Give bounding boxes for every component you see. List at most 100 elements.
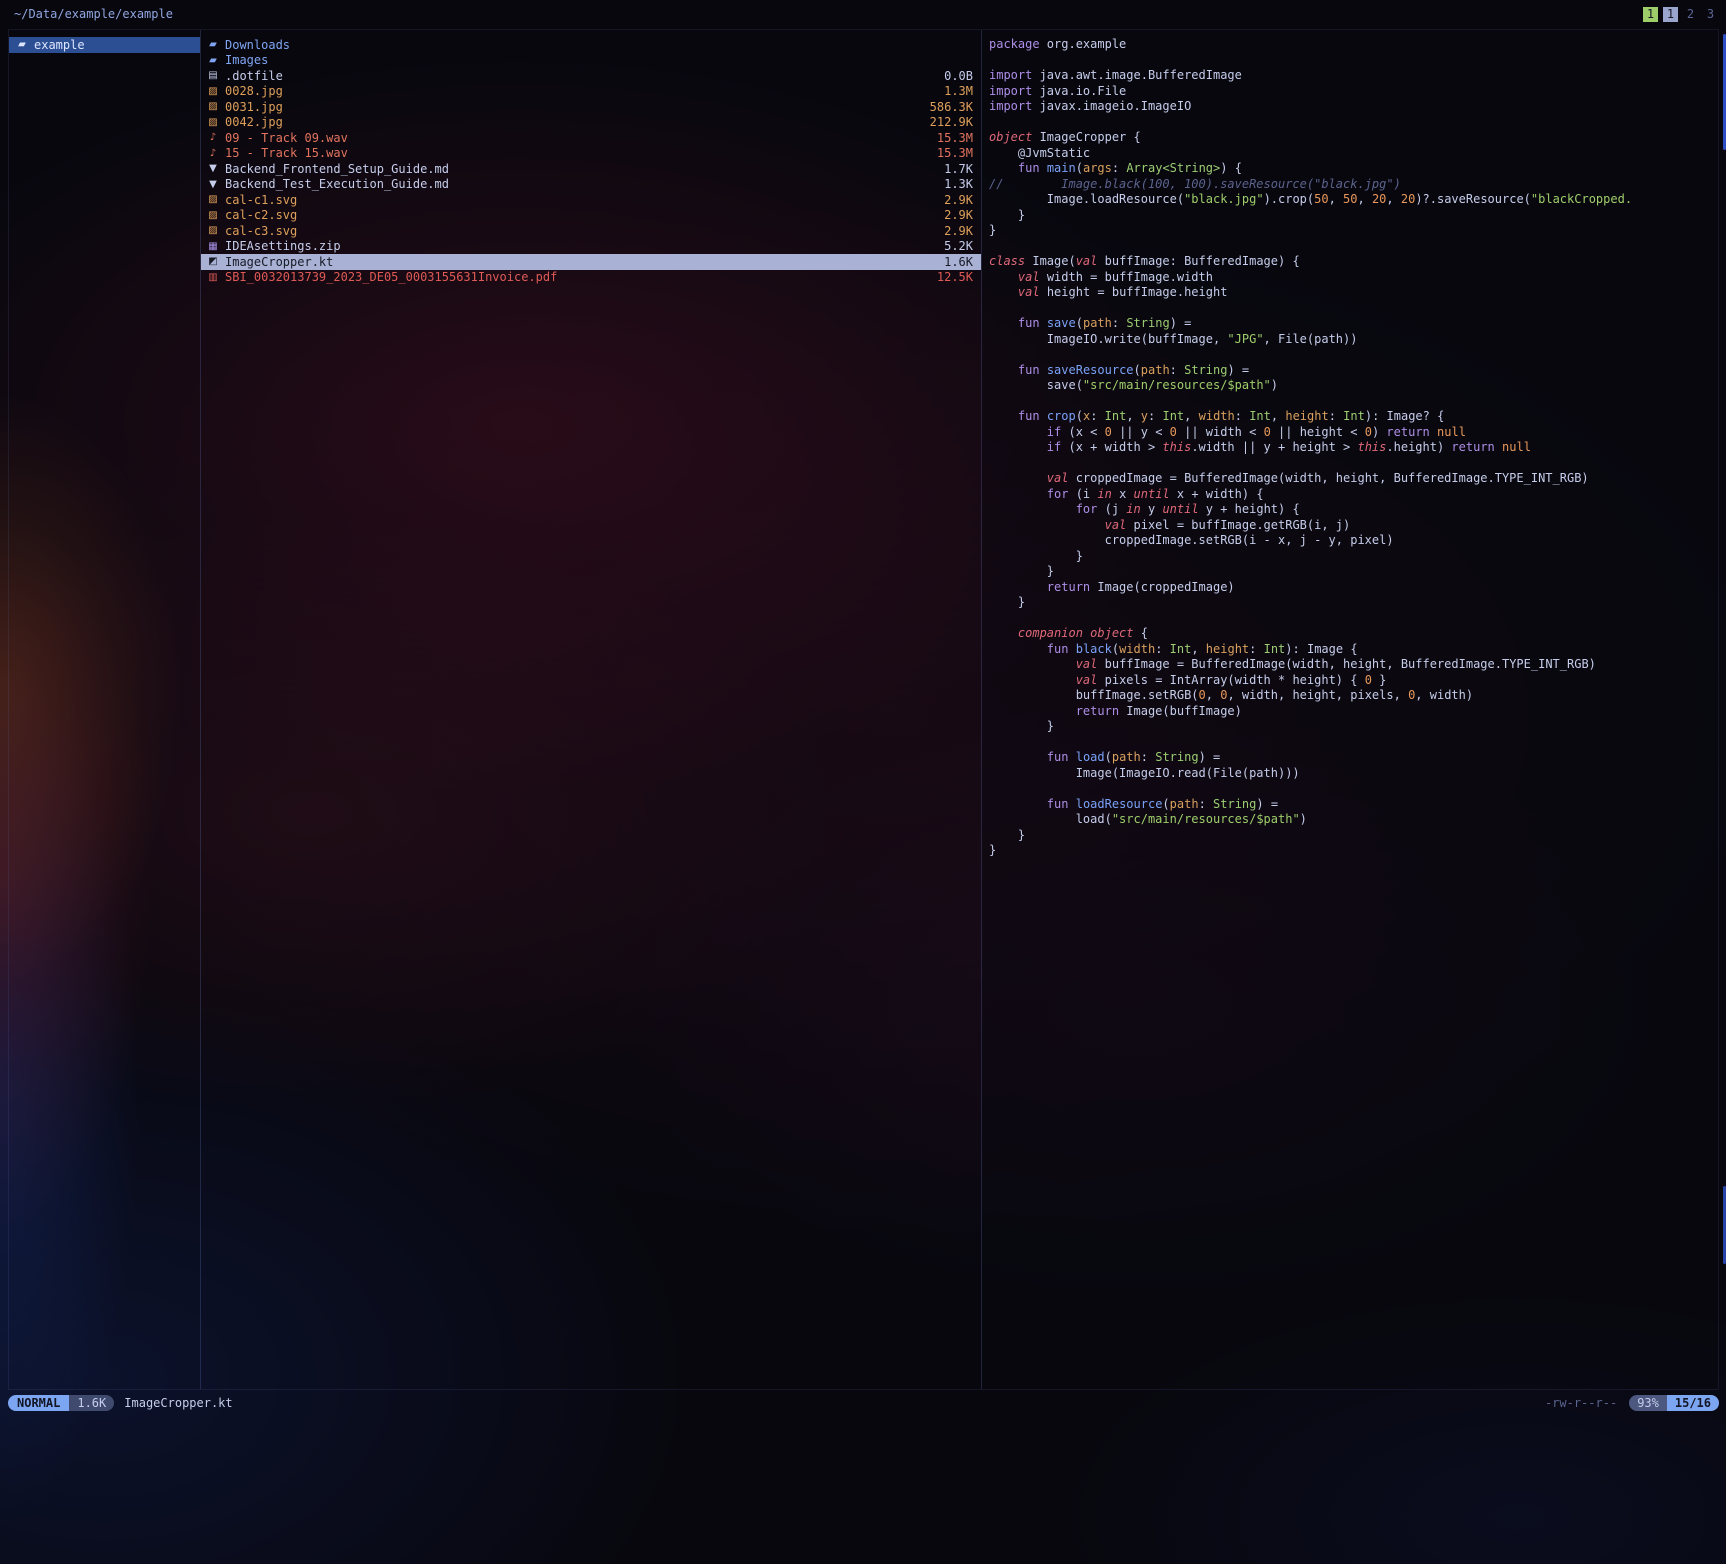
file-icon: ▤ — [206, 70, 220, 81]
code-line: buffImage.setRGB(0, 0, width, height, pi… — [989, 688, 1718, 704]
code-line: fun saveResource(path: String) = — [989, 363, 1718, 379]
file-row[interactable]: ▨ 0042.jpg 212.9K — [201, 115, 981, 131]
scroll-percent-badge: 93% — [1629, 1395, 1667, 1411]
status-filename: ImageCropper.kt — [124, 1396, 232, 1410]
tab-2[interactable]: 2 — [1683, 7, 1698, 22]
file-row[interactable]: ▨0031.jpg586.3K — [201, 99, 981, 115]
status-bar: NORMAL 1.6K ImageCropper.kt -rw-r--r-- 9… — [8, 1394, 1719, 1412]
file-size: 1.7K — [944, 162, 973, 176]
code-line: package org.example — [989, 37, 1718, 53]
file-row[interactable]: ▤ .dotfile 0.0B — [201, 68, 981, 84]
file-row[interactable]: ▼ Backend_Test_Execution_Guide.md 1.3K — [201, 177, 981, 193]
code-line: Image.loadResource("black.jpg").crop(50,… — [989, 192, 1718, 208]
file-row[interactable]: ♪09 - Track 09.wav15.3M — [201, 130, 981, 146]
file-list-pane[interactable]: ▰ Downloads▰Images▤ .dotfile 0.0B ▨ 0028.jpg 1… — [201, 30, 982, 1389]
image-icon: ▨ — [206, 86, 220, 97]
code-line — [989, 781, 1718, 797]
file-size: 1.3K — [944, 177, 973, 191]
parent-pane[interactable]: ▰example — [8, 30, 201, 1389]
file-name: Backend_Test_Execution_Guide.md — [225, 177, 936, 191]
code-line — [989, 394, 1718, 410]
parent-dir-label: example — [34, 38, 85, 52]
code-line: fun black(width: Int, height: Int): Imag… — [989, 642, 1718, 658]
code-line: } — [989, 208, 1718, 224]
code-line — [989, 115, 1718, 131]
tab-1[interactable]: 1 — [1643, 7, 1658, 22]
code-line: val croppedImage = BufferedImage(width, … — [989, 471, 1718, 487]
file-row[interactable]: ▼Backend_Frontend_Setup_Guide.md1.7K — [201, 161, 981, 177]
file-size: 212.9K — [930, 115, 973, 129]
file-row[interactable]: ▦IDEAsettings.zip5.2K — [201, 239, 981, 255]
file-name: cal-c3.svg — [225, 224, 936, 238]
code-line: } — [989, 828, 1718, 844]
code-line: val buffImage = BufferedImage(width, hei… — [989, 657, 1718, 673]
file-row[interactable]: ▨ 0028.jpg 1.3M — [201, 84, 981, 100]
file-row[interactable]: ◩ImageCropper.kt1.6K — [201, 254, 981, 270]
code-line: for (j in y until y + height) { — [989, 502, 1718, 518]
tab-3[interactable]: 3 — [1703, 7, 1718, 22]
file-name: Downloads — [225, 38, 965, 52]
file-name: 0028.jpg — [225, 84, 936, 98]
file-position-badge: 15/16 — [1667, 1395, 1719, 1411]
audio-icon: ♪ — [206, 148, 220, 159]
file-row[interactable]: ♪15 - Track 15.wav15.3M — [201, 146, 981, 162]
code-line: ImageIO.write(buffImage, "JPG", File(pat… — [989, 332, 1718, 348]
code-line — [989, 301, 1718, 317]
parent-dir-item[interactable]: ▰example — [9, 37, 200, 53]
file-row[interactable]: ▨cal-c2.svg2.9K — [201, 208, 981, 224]
code-line: if (x < 0 || y < 0 || width < 0 || heigh… — [989, 425, 1718, 441]
code-line: } — [989, 595, 1718, 611]
file-name: 09 - Track 09.wav — [225, 131, 929, 145]
file-size: 1.3M — [944, 84, 973, 98]
code-line: fun main(args: Array<String>) { — [989, 161, 1718, 177]
audio-icon: ♪ — [206, 132, 220, 143]
file-row[interactable]: ▰ Downloads — [201, 37, 981, 53]
file-size: 2.9K — [944, 193, 973, 207]
file-name: 0042.jpg — [225, 115, 922, 129]
pdf-icon: ▥ — [206, 272, 220, 283]
image-icon: ▨ — [206, 117, 220, 128]
file-size: 15.3M — [937, 146, 973, 160]
code-line: object ImageCropper { — [989, 130, 1718, 146]
code-line: } — [989, 843, 1718, 859]
image-icon: ▨ — [206, 225, 220, 236]
file-name: Images — [225, 53, 965, 67]
code-line: fun crop(x: Int, y: Int, width: Int, hei… — [989, 409, 1718, 425]
status-right: -rw-r--r-- 93% 15/16 — [1545, 1395, 1719, 1411]
markdown-icon: ▼ — [206, 179, 220, 190]
preview-pane[interactable]: package org.example import java.awt.image… — [982, 30, 1719, 1389]
tab-bar: 1123 — [1643, 7, 1718, 22]
file-size: 586.3K — [930, 100, 973, 114]
code-line: save("src/main/resources/$path") — [989, 378, 1718, 394]
screen: { "topbar": { "path": "~/Data/example/ex… — [0, 0, 1726, 1564]
file-size: 0.0B — [944, 69, 973, 83]
kotlin-icon: ◩ — [206, 256, 220, 267]
yazi-file-manager: ~/Data/example/example 1123 ▰example ▰Do… — [0, 0, 1726, 1564]
breadcrumb-path: ~/Data/example/example — [14, 7, 173, 21]
panes: ▰example ▰Downloads▰Images▤.dotfile0.0B▨… — [8, 29, 1719, 1390]
code-line: } — [989, 549, 1718, 565]
tab-1[interactable]: 1 — [1663, 7, 1678, 22]
code-line — [989, 239, 1718, 255]
folder-icon: ▰ — [206, 39, 220, 50]
file-row[interactable]: ▥SBI_0032013739_2023_DE05_0003155631Invo… — [201, 270, 981, 286]
image-icon: ▨ — [206, 210, 220, 221]
code-line: fun loadResource(path: String) = — [989, 797, 1718, 813]
code-line: Image(ImageIO.read(File(path))) — [989, 766, 1718, 782]
code-preview: package org.example import java.awt.image… — [982, 37, 1718, 859]
file-row[interactable]: ▨cal-c1.svg2.9K — [201, 192, 981, 208]
code-line: fun save(path: String) = — [989, 316, 1718, 332]
code-line: companion object { — [989, 626, 1718, 642]
code-line: import java.awt.image.BufferedImage — [989, 68, 1718, 84]
code-line: @JvmStatic — [989, 146, 1718, 162]
file-row[interactable]: ▨cal-c3.svg2.9K — [201, 223, 981, 239]
image-icon: ▨ — [206, 101, 220, 112]
file-row[interactable]: ▰Images — [201, 53, 981, 69]
file-name: .dotfile — [225, 69, 936, 83]
file-size-badge: 1.6K — [69, 1395, 114, 1411]
file-name: cal-c1.svg — [225, 193, 936, 207]
code-line: val width = buffImage.width — [989, 270, 1718, 286]
file-name: IDEAsettings.zip — [225, 239, 936, 253]
code-line — [989, 53, 1718, 69]
mode-badge: NORMAL — [8, 1395, 69, 1411]
